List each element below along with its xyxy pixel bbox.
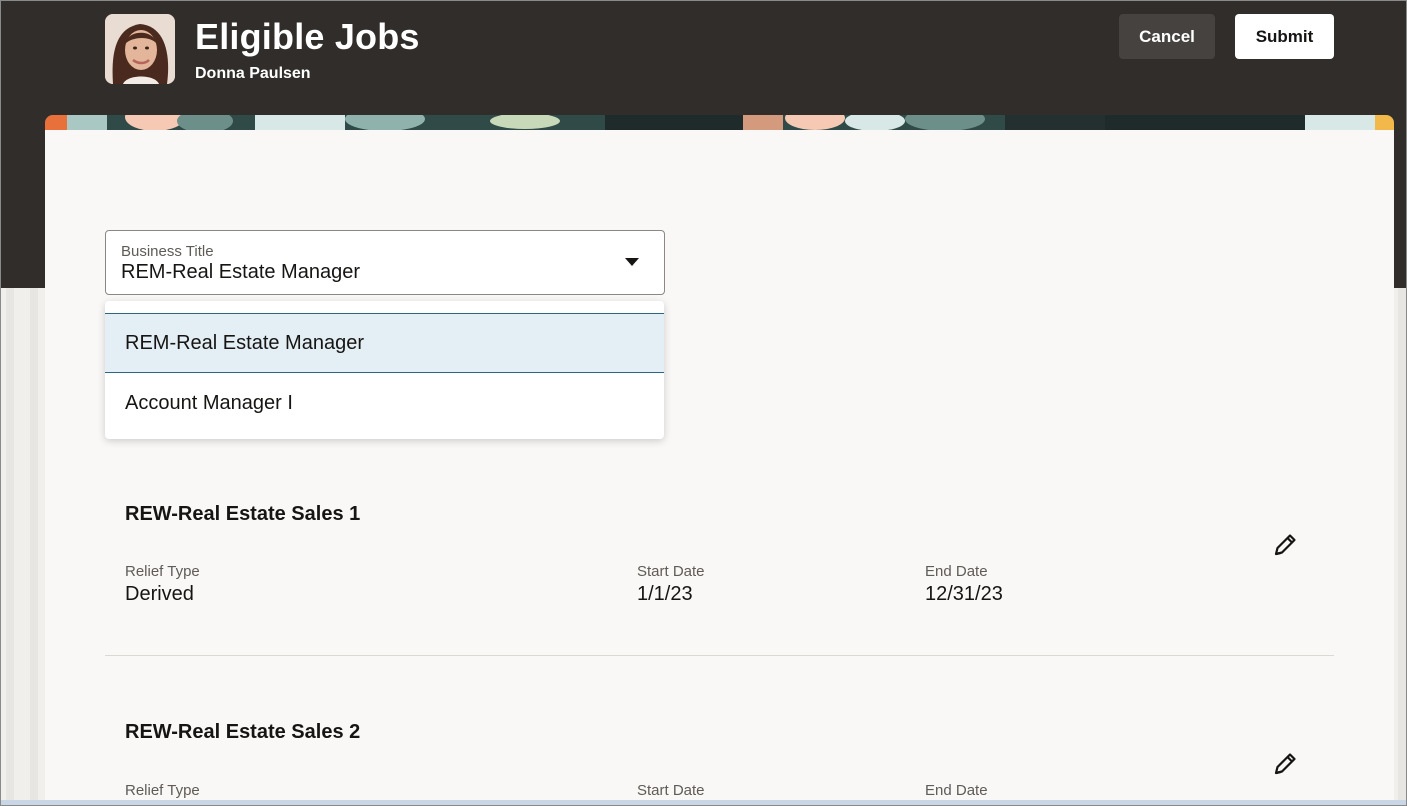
pencil-icon[interactable]: [1270, 749, 1300, 779]
pencil-icon[interactable]: [1270, 530, 1300, 560]
job-title: REW-Real Estate Sales 2: [125, 721, 361, 743]
start-date-label: Start Date: [637, 782, 705, 799]
submit-button[interactable]: Submit: [1235, 14, 1334, 59]
cancel-button[interactable]: Cancel: [1119, 14, 1215, 59]
job-title: REW-Real Estate Sales 1: [125, 503, 361, 525]
person-name: Donna Paulsen: [195, 65, 311, 82]
divider: [105, 655, 1334, 656]
content-card: Business Title REM-Real Estate Manager R…: [45, 115, 1394, 806]
business-title-value: REM-Real Estate Manager: [121, 261, 360, 283]
bottom-edge: [0, 800, 1407, 806]
relief-type-label: Relief Type: [125, 563, 200, 580]
relief-type-label: Relief Type: [125, 782, 200, 799]
end-date-label: End Date: [925, 782, 988, 799]
business-title-select[interactable]: Business Title REM-Real Estate Manager: [105, 230, 665, 295]
decorative-banner: [45, 115, 1394, 130]
end-date-value: 12/31/23: [925, 583, 1003, 605]
page-title: Eligible Jobs: [195, 16, 420, 57]
business-title-label: Business Title: [121, 243, 214, 260]
avatar: [105, 14, 175, 84]
dropdown-option[interactable]: Account Manager I: [105, 373, 664, 433]
avatar-image: [105, 14, 175, 84]
relief-type-value: Derived: [125, 583, 194, 605]
caret-down-icon[interactable]: [625, 258, 639, 266]
start-date-label: Start Date: [637, 563, 705, 580]
dropdown-option[interactable]: REM-Real Estate Manager: [105, 313, 664, 373]
start-date-value: 1/1/23: [637, 583, 693, 605]
business-title-dropdown: REM-Real Estate Manager Account Manager …: [105, 301, 664, 439]
end-date-label: End Date: [925, 563, 988, 580]
